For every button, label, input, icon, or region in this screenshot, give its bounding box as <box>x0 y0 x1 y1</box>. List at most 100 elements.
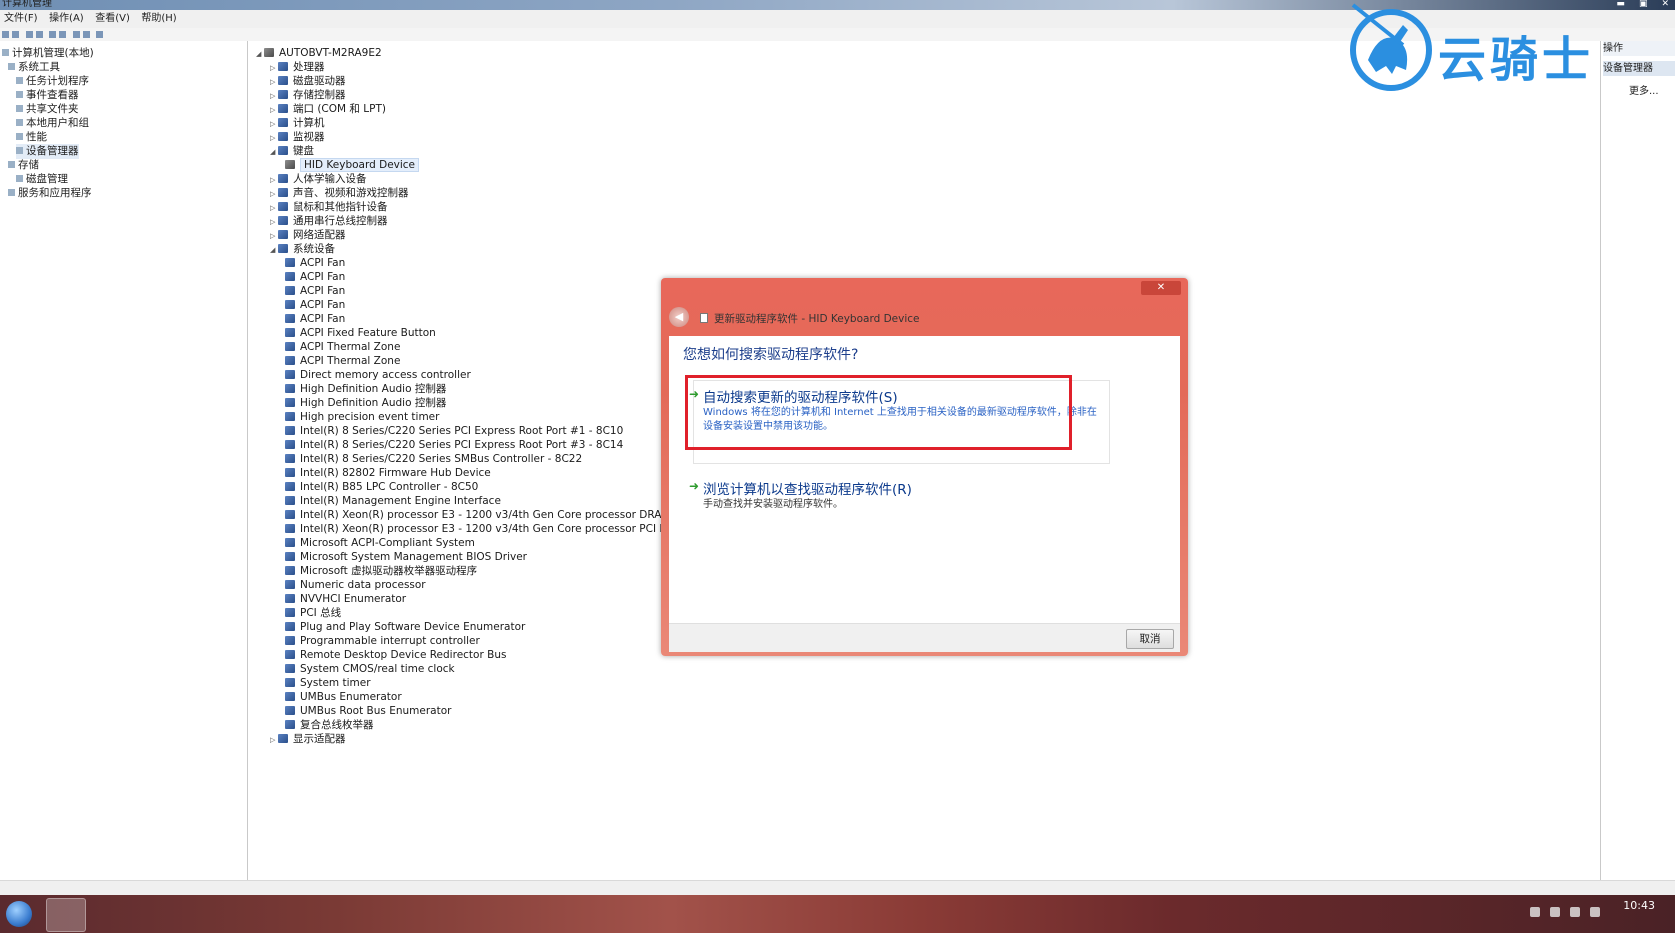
update-driver-dialog: ✕ ◀ 更新驱动程序软件 - HID Keyboard Device 您想如何搜… <box>661 278 1188 656</box>
system-device-item[interactable]: ACPI Fixed Feature Button <box>285 326 436 341</box>
up-icon[interactable] <box>25 31 33 38</box>
system-device-item[interactable]: ACPI Fan <box>285 312 345 327</box>
tree-item-services[interactable]: 服务和应用程序 <box>8 186 92 201</box>
status-bar <box>0 880 1675 896</box>
tree-label: ACPI Fan <box>300 285 346 297</box>
close-icon[interactable]: ✕ <box>1661 0 1669 9</box>
tree-root[interactable]: 计算机管理(本地) <box>2 46 94 61</box>
system-device-item[interactable]: Direct memory access controller <box>285 368 471 383</box>
device-hid-keyboard[interactable]: HID Keyboard Device <box>285 158 420 173</box>
event-icon <box>16 91 23 98</box>
help-icon[interactable] <box>59 31 66 38</box>
clock[interactable]: 10:43 <box>1623 899 1655 912</box>
update-driver-icon[interactable] <box>82 31 90 38</box>
tree-item-device-manager[interactable]: 设备管理器 <box>16 144 79 159</box>
menu-view[interactable]: 查看(V) <box>91 10 134 27</box>
expand-icon[interactable]: ◢ <box>270 145 278 160</box>
forward-icon[interactable] <box>12 31 19 38</box>
system-device-item[interactable]: Intel(R) Xeon(R) processor E3 - 1200 v3/… <box>285 508 671 523</box>
device-category[interactable]: ▷ 处理器 <box>270 60 325 75</box>
menu-help[interactable]: 帮助(H) <box>137 10 180 27</box>
device-category[interactable]: ▷ 计算机 <box>270 116 325 131</box>
system-device-item[interactable]: 复合总线枚举器 <box>285 718 374 733</box>
flag-icon[interactable] <box>1590 907 1600 917</box>
system-device-item[interactable]: ACPI Fan <box>285 256 345 271</box>
network-icon[interactable] <box>1530 907 1540 917</box>
device-category[interactable]: ▷ 人体学输入设备 <box>270 172 367 187</box>
system-device-item[interactable]: ACPI Fan <box>285 284 345 299</box>
tree-item-shared-folders[interactable]: 共享文件夹 <box>16 102 79 117</box>
device-category[interactable]: ◢ 键盘 <box>270 144 314 159</box>
taskbar: 10:43 <box>0 895 1675 933</box>
expand-icon[interactable]: ◢ <box>270 243 278 258</box>
device-category[interactable]: ▷ 通用串行总线控制器 <box>270 214 388 229</box>
volume-icon[interactable] <box>1570 907 1580 917</box>
dialog-close-button[interactable]: ✕ <box>1141 281 1181 295</box>
system-device-item[interactable]: Intel(R) 82802 Firmware Hub Device <box>285 466 491 481</box>
device-icon <box>285 454 295 463</box>
system-device-item[interactable]: Intel(R) 8 Series/C220 Series PCI Expres… <box>285 438 623 453</box>
system-device-item[interactable]: ACPI Thermal Zone <box>285 354 400 369</box>
category-display-adapters[interactable]: ▷ 显示适配器 <box>270 732 346 747</box>
tree-label: Intel(R) B85 LPC Controller - 8C50 <box>300 481 479 493</box>
device-category[interactable]: ▷ 存储控制器 <box>270 88 346 103</box>
system-device-item[interactable]: UMBus Enumerator <box>285 690 402 705</box>
system-device-item[interactable]: System timer <box>285 676 371 691</box>
system-device-item[interactable]: UMBus Root Bus Enumerator <box>285 704 451 719</box>
system-device-item[interactable]: Remote Desktop Device Redirector Bus <box>285 648 506 663</box>
system-device-item[interactable]: Microsoft System Management BIOS Driver <box>285 550 527 565</box>
system-device-item[interactable]: PCI 总线 <box>285 606 341 621</box>
system-device-item[interactable]: ACPI Thermal Zone <box>285 340 400 355</box>
system-device-item[interactable]: Programmable interrupt controller <box>285 634 480 649</box>
system-device-item[interactable]: Microsoft 虚拟驱动器枚举器驱动程序 <box>285 564 477 579</box>
system-device-item[interactable]: High precision event timer <box>285 410 439 425</box>
browse-option[interactable]: ➜ 浏览计算机以查找驱动程序软件(R) 手动查找并安装驱动程序软件。 <box>689 478 1114 518</box>
system-device-item[interactable]: Microsoft ACPI-Compliant System <box>285 536 475 551</box>
cancel-button[interactable]: 取消 <box>1126 629 1174 649</box>
back-arrow-icon[interactable]: ◀ <box>669 307 689 327</box>
tree-item-storage[interactable]: 存储 <box>8 158 39 173</box>
device-category[interactable]: ◢ 系统设备 <box>270 242 335 257</box>
expand-icon[interactable]: ▷ <box>270 733 278 748</box>
tree-item-performance[interactable]: 性能 <box>16 130 47 145</box>
device-category[interactable]: ▷ 端口 (COM 和 LPT) <box>270 102 386 117</box>
system-device-item[interactable]: High Definition Audio 控制器 <box>285 396 446 411</box>
system-device-item[interactable]: Intel(R) 8 Series/C220 Series SMBus Cont… <box>285 452 582 467</box>
device-category[interactable]: ▷ 鼠标和其他指针设备 <box>270 200 388 215</box>
system-device-item[interactable]: System CMOS/real time clock <box>285 662 455 677</box>
system-device-item[interactable]: Plug and Play Software Device Enumerator <box>285 620 525 635</box>
system-device-item[interactable]: High Definition Audio 控制器 <box>285 382 446 397</box>
tree-item-local-users[interactable]: 本地用户和组 <box>16 116 89 131</box>
system-device-item[interactable]: NVVHCI Enumerator <box>285 592 406 607</box>
tree-item-task-scheduler[interactable]: 任务计划程序 <box>16 74 89 89</box>
taskbar-computer-management[interactable] <box>46 898 86 932</box>
menu-action[interactable]: 操作(A) <box>45 10 88 27</box>
system-device-item[interactable]: Intel(R) Xeon(R) processor E3 - 1200 v3/… <box>285 522 666 537</box>
device-category[interactable]: ▷ 磁盘驱动器 <box>270 74 346 89</box>
system-device-item[interactable]: ACPI Fan <box>285 270 345 285</box>
device-category[interactable]: ▷ 监视器 <box>270 130 325 145</box>
tree-label: 计算机 <box>293 117 325 129</box>
system-device-item[interactable]: Numeric data processor <box>285 578 426 593</box>
tree-item-system-tools[interactable]: 系统工具 <box>8 60 60 75</box>
show-hide-tree-icon[interactable] <box>35 31 43 38</box>
back-icon[interactable] <box>2 31 9 38</box>
system-device-item[interactable]: Intel(R) Management Engine Interface <box>285 494 501 509</box>
browse-title[interactable]: 浏览计算机以查找驱动程序软件(R) <box>703 478 912 498</box>
help-tray-icon[interactable] <box>1550 907 1560 917</box>
scan-icon[interactable] <box>72 31 80 38</box>
properties-icon[interactable] <box>49 31 56 38</box>
start-button[interactable] <box>6 901 32 927</box>
device-category[interactable]: ▷ 网络适配器 <box>270 228 346 243</box>
device-category[interactable]: ▷ 声音、视频和游戏控制器 <box>270 186 409 201</box>
system-device-item[interactable]: Intel(R) B85 LPC Controller - 8C50 <box>285 480 478 495</box>
tree-item-event-viewer[interactable]: 事件查看器 <box>16 88 79 103</box>
uninstall-icon[interactable] <box>96 31 103 38</box>
system-device-item[interactable]: ACPI Fan <box>285 298 345 313</box>
device-tree-computer[interactable]: ◢ AUTOBVT-M2RA9E2 <box>256 46 382 61</box>
tree-item-disk-management[interactable]: 磁盘管理 <box>16 172 68 187</box>
menu-file[interactable]: 文件(F) <box>0 10 42 27</box>
system-device-item[interactable]: Intel(R) 8 Series/C220 Series PCI Expres… <box>285 424 623 439</box>
collapse-icon[interactable]: ◢ <box>256 47 264 62</box>
tree-label: Remote Desktop Device Redirector Bus <box>300 649 507 661</box>
